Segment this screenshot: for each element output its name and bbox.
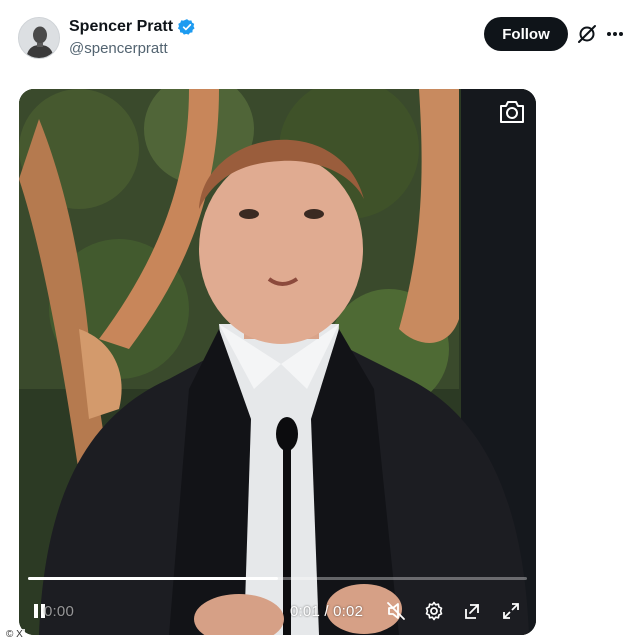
video-time: 0:01 / 0:02 — [290, 600, 363, 622]
settings-icon[interactable] — [424, 600, 444, 622]
duration-time: 0:02 — [333, 602, 364, 620]
video-player[interactable]: 0:00 0:01 / 0:02 — [19, 89, 536, 635]
follow-button[interactable]: Follow — [484, 17, 568, 51]
video-progress-fill — [28, 577, 278, 580]
popout-icon[interactable] — [462, 600, 482, 622]
more-dots-icon[interactable] — [605, 24, 625, 44]
video-progress-bar[interactable] — [28, 577, 527, 580]
author-name-row[interactable]: Spencer Pratt — [69, 17, 196, 37]
author-display-name[interactable]: Spencer Pratt — [69, 17, 173, 37]
current-time: 0:01 — [290, 602, 320, 620]
avatar-image — [19, 18, 59, 58]
video-frame — [19, 89, 536, 635]
copyright-watermark: © X — [4, 629, 25, 641]
mute-icon[interactable] — [386, 600, 406, 622]
grok-icon[interactable] — [576, 23, 598, 45]
author-avatar[interactable] — [18, 17, 60, 59]
fullscreen-icon[interactable] — [501, 600, 521, 622]
author-handle[interactable]: @spencerpratt — [69, 40, 168, 57]
verified-badge-icon — [177, 18, 196, 36]
camera-icon[interactable] — [498, 99, 526, 125]
faint-time-label: 0:00 — [44, 602, 74, 620]
